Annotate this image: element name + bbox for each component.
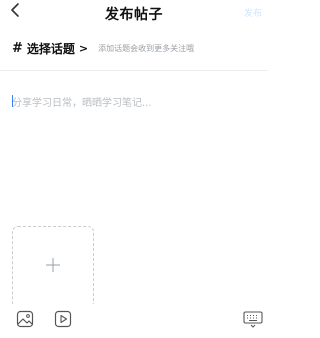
page-title: 发布帖子 (105, 7, 163, 23)
hash-icon: # (12, 40, 23, 56)
divider (0, 70, 268, 71)
keyboard-icon (243, 310, 263, 332)
image-icon (16, 310, 34, 332)
select-topic-label: 选择话题 (26, 41, 75, 56)
insert-image-button[interactable] (14, 310, 36, 332)
header: 发布帖子 发布 (0, 0, 268, 28)
keyboard-toggle-button[interactable] (242, 310, 264, 332)
chevron-right-icon: > (78, 41, 89, 55)
post-editor-screen: 发布帖子 发布 # 选择话题 > 添加话题会收到更多关注哦 (0, 0, 268, 338)
bottom-toolbar (0, 304, 268, 338)
topic-hint: 添加话题会收到更多关注哦 (98, 43, 195, 53)
select-topic-row[interactable]: # 选择话题 > 添加话题会收到更多关注哦 (12, 36, 194, 60)
video-icon (54, 310, 72, 332)
post-content-input[interactable] (12, 94, 258, 204)
text-caret (12, 95, 13, 107)
add-image-button[interactable] (12, 226, 94, 308)
insert-video-button[interactable] (52, 310, 74, 332)
plus-icon (45, 257, 61, 277)
publish-button[interactable]: 发布 (244, 6, 262, 19)
